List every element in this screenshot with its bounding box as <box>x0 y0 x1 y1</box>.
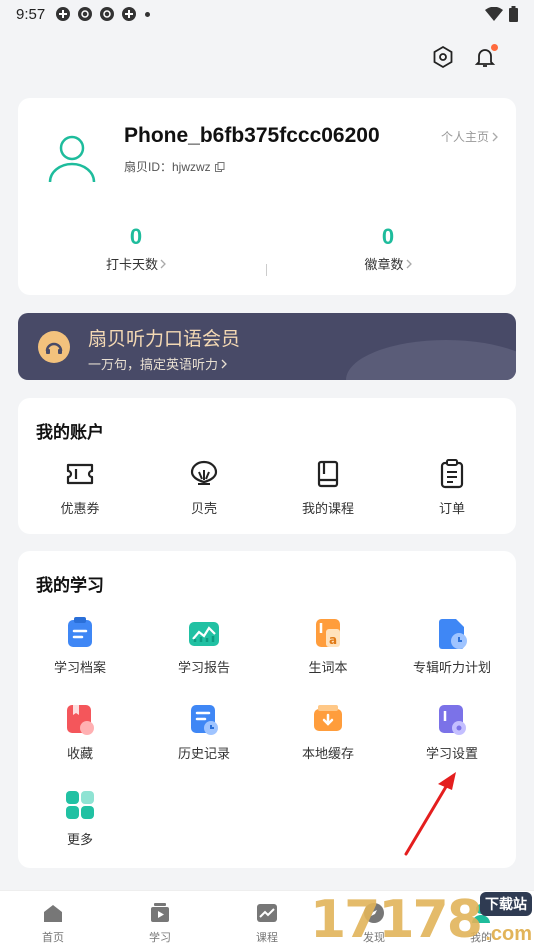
favorites-label: 收藏 <box>66 746 93 761</box>
vocabulary-item[interactable]: a 生词本 <box>266 615 390 676</box>
status-bar: 9:57 <box>0 0 534 28</box>
history-icon <box>191 705 218 735</box>
battery-icon <box>509 6 518 22</box>
chart-icon <box>257 904 277 922</box>
tab-home[interactable]: 首页 <box>23 901 83 945</box>
status-time: 9:57 <box>16 5 46 23</box>
more-notifications-icon <box>145 11 151 17</box>
shell-item[interactable]: 贝壳 <box>142 456 266 517</box>
my-study-title: 我的学习 <box>36 576 104 595</box>
checkin-days-label: 打卡天数 <box>105 257 158 272</box>
app-notification-icon <box>78 7 93 21</box>
badges-label: 徽章数 <box>364 257 404 272</box>
history-label: 历史记录 <box>177 746 230 761</box>
coupon-item[interactable]: 优惠券 <box>18 456 142 517</box>
app-notification-icon <box>122 7 137 21</box>
username: Phone_b6fb375fccc06200 <box>124 124 380 147</box>
chevron-right-icon <box>492 132 498 141</box>
ticket-icon <box>66 463 94 485</box>
copy-icon[interactable] <box>214 161 225 172</box>
report-icon <box>189 622 219 646</box>
svg-text:a: a <box>329 633 337 647</box>
shell-label: 贝壳 <box>190 501 217 516</box>
vocabulary-icon: a <box>316 619 340 647</box>
tab-courses-label: 课程 <box>256 932 278 944</box>
my-account-card: 我的账户 优惠券 贝壳 我的课程 订单 <box>18 398 516 534</box>
study-report-item[interactable]: 学习报告 <box>142 615 266 676</box>
shell-icon <box>190 460 218 485</box>
more-item[interactable]: 更多 <box>18 787 142 848</box>
listening-plan-icon <box>439 619 467 649</box>
book-icon <box>317 460 339 488</box>
settings-button[interactable] <box>430 44 456 70</box>
homepage-link[interactable]: 个人主页 <box>441 128 498 145</box>
annotation-arrow <box>404 772 456 856</box>
home-icon <box>44 905 62 922</box>
listening-plan-label: 专辑听力计划 <box>412 660 491 675</box>
homepage-label: 个人主页 <box>440 130 489 144</box>
clipboard-icon <box>440 459 464 489</box>
study-settings-item[interactable]: 学习设置 <box>390 701 514 762</box>
tab-study-label: 学习 <box>149 932 171 944</box>
play-icon <box>151 903 169 922</box>
more-label: 更多 <box>66 832 93 847</box>
banner-decoration <box>346 340 516 380</box>
checkin-days-value: 0 <box>129 224 143 249</box>
study-settings-icon <box>439 705 466 735</box>
study-report-label: 学习报告 <box>177 660 230 675</box>
hexagon-settings-icon <box>433 45 453 69</box>
watermark-badge: 下载站 <box>480 892 532 916</box>
avatar-icon[interactable] <box>44 128 100 184</box>
more-icon <box>66 791 94 819</box>
vip-banner[interactable]: 扇贝听力口语会员 一万句，搞定英语听力 <box>18 313 516 380</box>
watermark-domain: .com <box>485 923 532 945</box>
archive-icon <box>68 617 92 647</box>
local-cache-icon <box>314 705 342 731</box>
notification-button[interactable] <box>472 44 498 70</box>
tab-home-label: 首页 <box>42 932 64 944</box>
favorites-icon <box>67 705 94 735</box>
app-notification-icon <box>100 7 115 21</box>
badges-value: 0 <box>381 224 395 249</box>
vip-subtitle-row: 一万句，搞定英语听力 <box>88 354 227 373</box>
vip-title: 扇贝听力口语会员 <box>88 329 241 350</box>
site-watermark: 17178 下载站 .com <box>310 890 534 950</box>
vocabulary-label: 生词本 <box>308 660 348 675</box>
local-cache-label: 本地缓存 <box>301 746 354 761</box>
history-item[interactable]: 历史记录 <box>142 701 266 762</box>
my-courses-item[interactable]: 我的课程 <box>266 456 390 517</box>
notification-badge <box>491 44 498 51</box>
orders-item[interactable]: 订单 <box>390 456 514 517</box>
app-notification-icon <box>56 7 71 21</box>
my-courses-label: 我的课程 <box>301 501 354 516</box>
vip-subtitle: 一万句，搞定英语听力 <box>88 357 219 372</box>
wifi-icon <box>485 7 503 21</box>
watermark-number: 17178 <box>310 890 483 950</box>
profile-card: Phone_b6fb375fccc06200 扇贝ID：hjwzwz 个人主页 … <box>18 98 516 295</box>
favorites-item[interactable]: 收藏 <box>18 701 142 762</box>
study-archive-label: 学习档案 <box>53 660 106 675</box>
user-id[interactable]: 扇贝ID：hjwzwz <box>124 158 225 175</box>
tab-study[interactable]: 学习 <box>130 901 190 945</box>
badges-stat[interactable]: 0 徽章数 <box>328 224 448 273</box>
checkin-days-stat[interactable]: 0 打卡天数 <box>76 224 196 273</box>
listening-plan-item[interactable]: 专辑听力计划 <box>390 615 514 676</box>
user-id-text: 扇贝ID：hjwzwz <box>124 160 211 174</box>
study-archive-item[interactable]: 学习档案 <box>18 615 142 676</box>
header-actions <box>430 44 498 70</box>
vip-logo-icon <box>38 331 70 363</box>
chevron-right-icon <box>221 359 227 368</box>
local-cache-item[interactable]: 本地缓存 <box>266 701 390 762</box>
chevron-right-icon <box>160 259 166 268</box>
stat-divider <box>266 264 267 276</box>
my-account-title: 我的账户 <box>36 423 104 442</box>
coupon-label: 优惠券 <box>60 501 100 516</box>
study-settings-label: 学习设置 <box>425 746 478 761</box>
orders-label: 订单 <box>438 501 465 516</box>
tab-courses[interactable]: 课程 <box>237 901 297 945</box>
chevron-right-icon <box>406 259 412 268</box>
